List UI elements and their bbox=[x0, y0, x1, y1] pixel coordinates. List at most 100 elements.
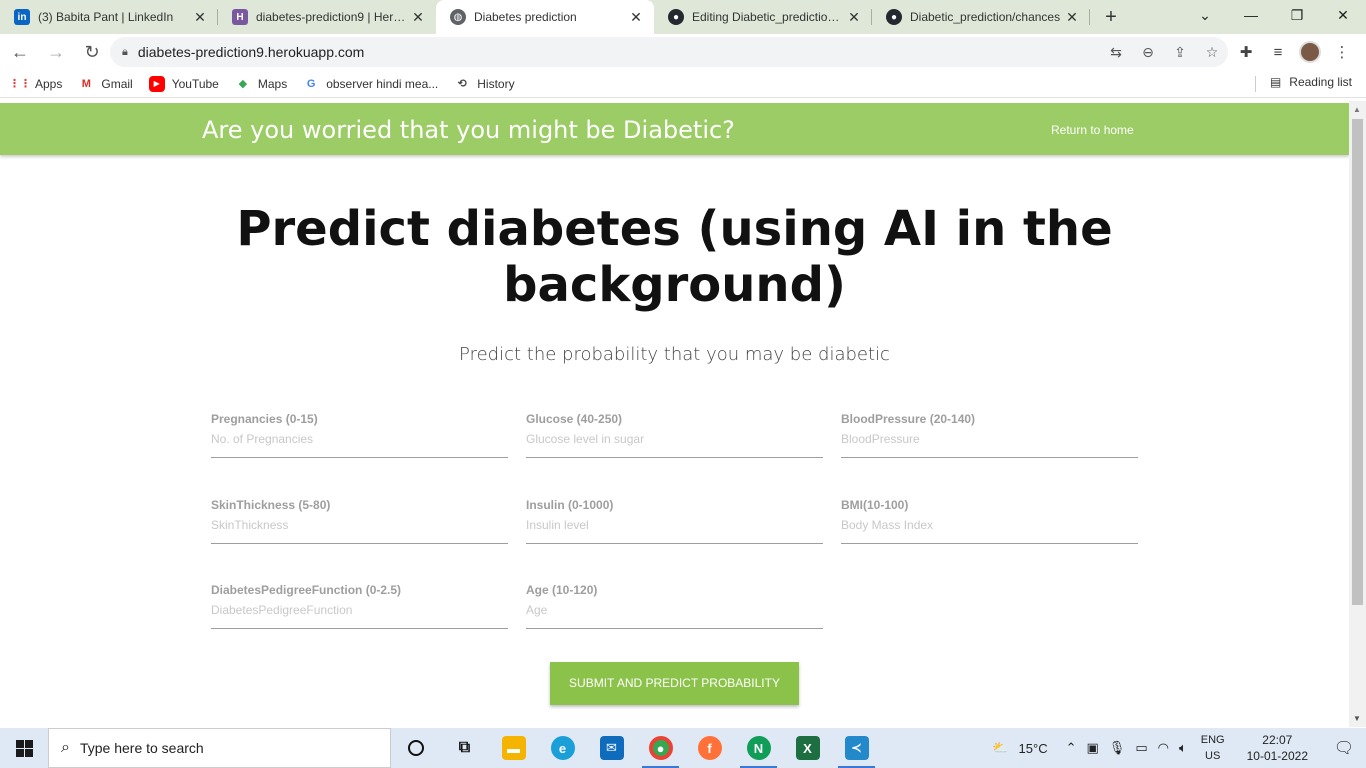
weather-temp[interactable]: 15°C bbox=[1019, 741, 1048, 756]
bookmark-youtube[interactable]: ▶ YouTube bbox=[148, 75, 219, 92]
chrome-profile-button[interactable]: N bbox=[734, 728, 783, 768]
bookmark-gmail[interactable]: M Gmail bbox=[78, 76, 133, 92]
excel-button[interactable]: X bbox=[783, 728, 832, 768]
cortana-button[interactable] bbox=[391, 728, 440, 768]
scroll-up-arrow-icon[interactable]: ▲ bbox=[1353, 105, 1361, 114]
glucose-field: Glucose (40-250) bbox=[526, 412, 823, 458]
new-tab-button[interactable]: + bbox=[1096, 0, 1126, 34]
mail-button[interactable]: ✉ bbox=[587, 728, 636, 768]
weather-icon[interactable]: ⛅ bbox=[992, 740, 1008, 756]
chrome-button[interactable]: ● bbox=[636, 728, 685, 768]
bookmark-history[interactable]: ⟲ History bbox=[454, 76, 515, 92]
notification-center-icon[interactable]: 🗨︎ bbox=[1322, 728, 1366, 768]
zoom-icon[interactable]: ⊖ bbox=[1132, 38, 1164, 66]
tab-github-editing[interactable]: ● Editing Diabetic_prediction/R ✕ bbox=[654, 0, 872, 34]
tab-heroku[interactable]: H diabetes-prediction9 | Heroku ✕ bbox=[218, 0, 436, 34]
excel-icon: X bbox=[795, 736, 820, 760]
chevron-up-icon[interactable]: ⌃ bbox=[1066, 740, 1077, 756]
tab-title: Diabetic_prediction/chances bbox=[910, 10, 1061, 24]
meet-now-icon[interactable]: ▣ bbox=[1087, 740, 1099, 756]
tab-search-chevron-icon[interactable]: ⌄ bbox=[1182, 0, 1228, 30]
windows-logo-icon bbox=[15, 739, 33, 757]
bookmark-label: Gmail bbox=[101, 76, 133, 91]
scrollbar-thumb[interactable] bbox=[1352, 119, 1363, 605]
taskbar-search-placeholder: Type here to search bbox=[79, 740, 204, 756]
reading-list-button[interactable]: ▤ Reading list bbox=[1270, 75, 1352, 89]
minimize-icon[interactable]: — bbox=[1228, 0, 1274, 30]
system-clock[interactable]: 22:07 10-01-2022 bbox=[1247, 732, 1308, 764]
pregnancies-label: Pregnancies (0-15) bbox=[211, 412, 318, 426]
pedigree-function-input[interactable] bbox=[211, 599, 508, 621]
bookmark-google-search[interactable]: G observer hindi mea... bbox=[303, 76, 438, 92]
microphone-icon[interactable]: 🎙︎ bbox=[1109, 740, 1126, 756]
task-view-button[interactable]: ⧉ bbox=[440, 728, 489, 768]
skin-thickness-label: SkinThickness (5-80) bbox=[211, 498, 331, 512]
lock-icon[interactable]: 🔒︎ bbox=[122, 46, 128, 59]
page-title: Predict diabetes (using AI in the backgr… bbox=[0, 201, 1349, 313]
media-queue-icon[interactable]: ≡ bbox=[1262, 37, 1294, 67]
pedigree-function-field: DiabetesPedigreeFunction (0-2.5) bbox=[211, 583, 508, 629]
forward-arrow-icon[interactable]: → bbox=[40, 36, 72, 68]
region-code: US bbox=[1205, 750, 1221, 762]
close-icon[interactable]: ✕ bbox=[192, 9, 208, 26]
wifi-icon[interactable]: ◠ bbox=[1158, 740, 1169, 756]
chrome-icon: ● bbox=[648, 736, 673, 760]
menu-kebab-icon[interactable]: ⋮ bbox=[1326, 37, 1358, 67]
restore-icon[interactable]: ❐ bbox=[1274, 0, 1320, 30]
translate-icon[interactable]: ⇆ bbox=[1100, 38, 1132, 66]
page-title-line1: Predict diabetes (using AI in the bbox=[236, 201, 1113, 257]
pregnancies-input[interactable] bbox=[211, 428, 508, 450]
bmi-input[interactable] bbox=[841, 514, 1138, 536]
browser-tab-strip: in (3) Babita Pant | LinkedIn ✕ H diabet… bbox=[0, 0, 1366, 34]
extensions-puzzle-icon[interactable]: ✚ bbox=[1230, 37, 1262, 67]
close-icon[interactable]: ✕ bbox=[846, 9, 862, 26]
tab-diabetes-prediction[interactable]: ◍ Diabetes prediction ✕ bbox=[436, 0, 654, 34]
profile-avatar[interactable] bbox=[1294, 37, 1326, 67]
vscode-icon: ≺ bbox=[844, 736, 869, 760]
taskbar-search-box[interactable]: ⌕ Type here to search bbox=[48, 728, 391, 768]
insulin-input[interactable] bbox=[526, 514, 823, 536]
page-scrollbar[interactable]: ▲ ▼ bbox=[1349, 101, 1366, 727]
file-explorer-button[interactable]: ▬ bbox=[489, 728, 538, 768]
start-button[interactable] bbox=[0, 728, 48, 768]
glucose-input[interactable] bbox=[526, 428, 823, 450]
bookmark-label: Apps bbox=[35, 76, 63, 91]
reading-list-icon: ▤ bbox=[1269, 75, 1282, 89]
return-home-link[interactable]: Return to home bbox=[1051, 123, 1134, 137]
insulin-label: Insulin (0-1000) bbox=[526, 498, 614, 512]
site-brand[interactable]: Are you worried that you might be Diabet… bbox=[202, 116, 735, 144]
address-bar[interactable]: 🔒︎ diabetes-prediction9.herokuapp.com ⇆ … bbox=[110, 37, 1228, 67]
task-view-icon: ⧉ bbox=[458, 739, 471, 756]
blood-pressure-input[interactable] bbox=[841, 428, 1138, 450]
mail-icon: ✉ bbox=[599, 736, 624, 760]
close-icon[interactable]: ✕ bbox=[410, 9, 426, 26]
back-arrow-icon[interactable]: ← bbox=[4, 36, 36, 68]
toolbar-right: ✚ ≡ ⋮ bbox=[1230, 37, 1358, 67]
globe-icon: ◍ bbox=[450, 9, 466, 25]
close-window-icon[interactable]: ✕ bbox=[1320, 0, 1366, 30]
battery-icon[interactable]: ▭ bbox=[1135, 740, 1147, 756]
site-navbar: Are you worried that you might be Diabet… bbox=[0, 103, 1349, 155]
system-tray: ⛅ 15°C ⌃ ▣ 🎙︎ ▭ ◠ 🔈︎ ENG US 22:07 10-01-… bbox=[982, 728, 1366, 768]
tab-github-chances[interactable]: ● Diabetic_prediction/chances ✕ bbox=[872, 0, 1090, 34]
vscode-button[interactable]: ≺ bbox=[832, 728, 881, 768]
star-icon[interactable]: ☆ bbox=[1196, 38, 1228, 66]
bmi-label: BMI(10-100) bbox=[841, 498, 909, 512]
skin-thickness-input[interactable] bbox=[211, 514, 508, 536]
bookmark-apps[interactable]: ⋮⋮ Apps bbox=[9, 76, 63, 92]
url-text[interactable]: diabetes-prediction9.herokuapp.com bbox=[138, 44, 1100, 60]
tab-divider bbox=[1089, 9, 1090, 25]
close-icon[interactable]: ✕ bbox=[1064, 9, 1080, 26]
bookmark-maps[interactable]: ◆ Maps bbox=[235, 76, 288, 92]
reload-icon[interactable]: ↻ bbox=[76, 36, 108, 68]
scroll-down-arrow-icon[interactable]: ▼ bbox=[1353, 714, 1361, 723]
submit-predict-button[interactable]: SUBMIT AND PREDICT PROBABILITY bbox=[550, 662, 799, 705]
edge-button[interactable]: e bbox=[538, 728, 587, 768]
tab-linkedin[interactable]: in (3) Babita Pant | LinkedIn ✕ bbox=[0, 0, 218, 34]
age-input[interactable] bbox=[526, 599, 823, 621]
share-icon[interactable]: ⇪ bbox=[1164, 38, 1196, 66]
volume-icon[interactable]: 🔈︎ bbox=[1179, 740, 1187, 756]
close-icon[interactable]: ✕ bbox=[628, 9, 644, 26]
firefox-button[interactable]: f bbox=[685, 728, 734, 768]
input-language[interactable]: ENG US bbox=[1201, 732, 1225, 764]
